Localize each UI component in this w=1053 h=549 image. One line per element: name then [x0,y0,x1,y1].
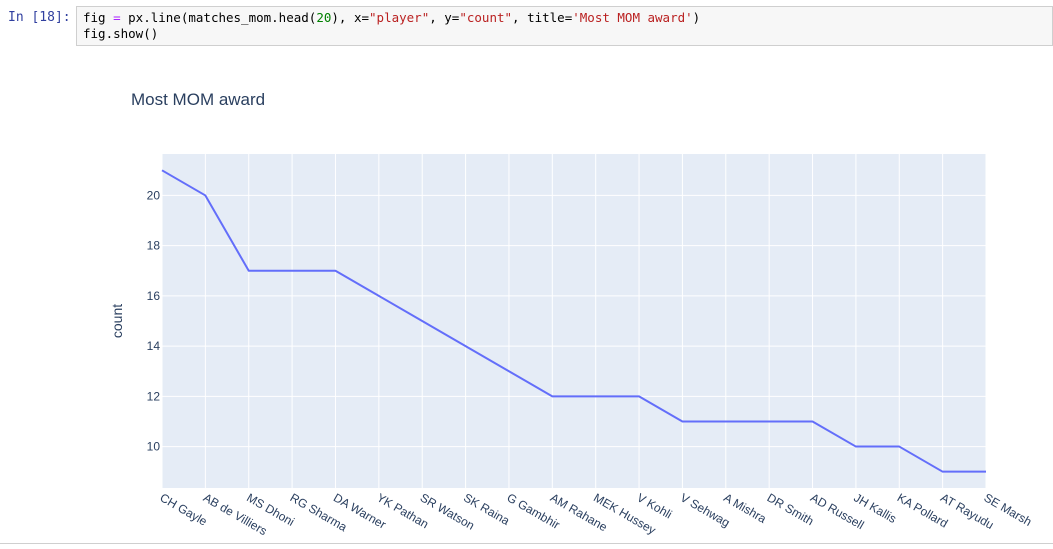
y-axis-label: count [109,304,125,338]
code-token: "player" [369,10,430,25]
y-tick-label: 16 [147,289,161,303]
input-prompt: In [18]: [8,10,71,25]
code-token: , y= [429,10,460,25]
code-token: 'Most MOM award' [572,10,693,25]
x-tick-label: CH Gayle [158,490,210,528]
y-tick-label: 20 [147,188,161,202]
line-chart[interactable]: Most MOM award 10 12 14 16 18 20 CH GayleAB d… [0,56,1053,545]
y-tick-label: 14 [147,339,161,353]
code-token: 20 [316,10,332,25]
code-token: , title= [512,10,573,25]
code-token: = [105,10,129,25]
code-token: ), x= [331,10,370,25]
plot-area [162,154,986,488]
cell-border [0,543,1053,544]
code-token: fig [83,10,106,25]
code-line-1: fig = px.line(matches_mom.head(20), x="p… [83,10,1046,26]
code-token: px.line(matches_mom.head( [128,10,317,25]
y-tick-label: 10 [147,440,161,454]
notebook-cell: In [18]: fig = px.line(matches_mom.head(… [0,0,1053,545]
x-axis: CH GayleAB de VilliersMS DhoniRG SharmaD… [158,490,1035,538]
code-editor[interactable]: fig = px.line(matches_mom.head(20), x="p… [76,6,1053,46]
code-token: "count" [459,10,513,25]
code-token: ) [692,10,701,25]
cell-output: Most MOM award 10 12 14 16 18 20 CH Gayle AB d… [0,56,1053,545]
code-line-2: fig.show() [83,26,159,41]
chart-title: Most MOM award [131,90,265,109]
y-axis: 10 12 14 16 18 20 [147,188,161,453]
y-tick-label: 18 [147,239,161,253]
y-tick-label: 12 [147,389,161,403]
x-tick-label: DR Smith [765,490,816,528]
